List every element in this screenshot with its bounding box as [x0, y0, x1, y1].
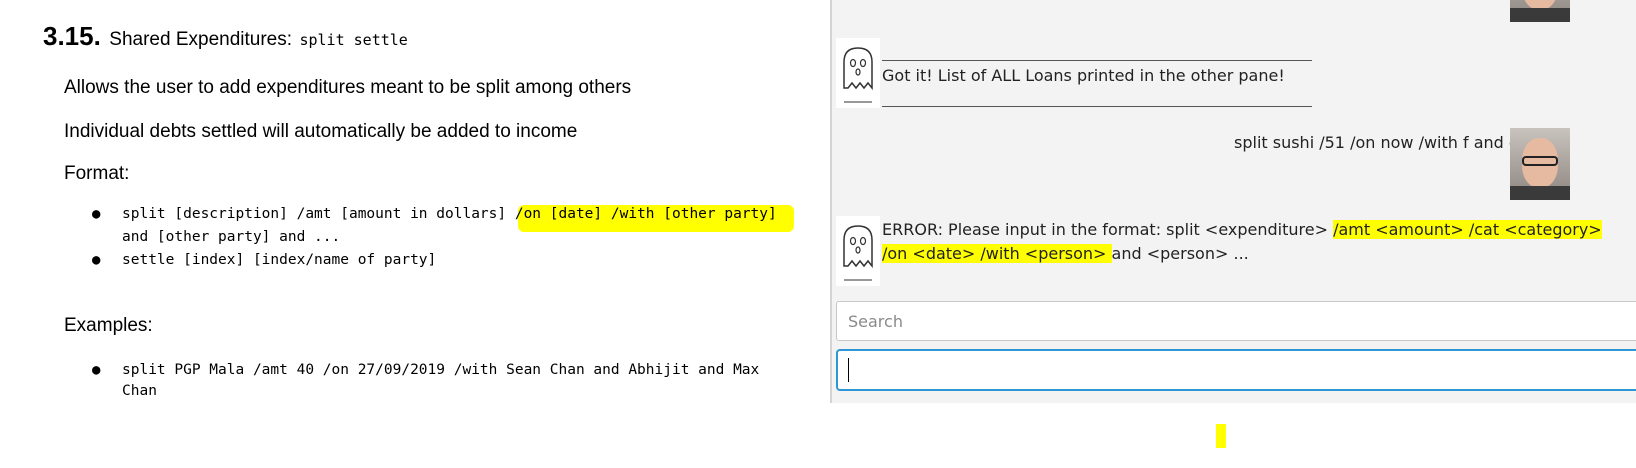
examples-label: Examples:	[64, 315, 153, 336]
bullet-dot: ●	[92, 252, 101, 268]
bot-message-error-line2: /on <date> /with <person> and <person> .…	[882, 244, 1249, 263]
error-text-highlighted: /on <date> /with <person>	[882, 244, 1112, 263]
section-command: split settle	[299, 31, 408, 49]
description-paragraph: Allows the user to add expenditures mean…	[64, 77, 632, 98]
section-heading: 3.15. Shared Expenditures: split settle	[43, 21, 408, 52]
format-bullet-split-cont: and [other party] and ...	[122, 229, 341, 245]
bullet-dot: ●	[92, 206, 101, 222]
chat-app-window: Got it! List of ALL Loans printed in the…	[830, 0, 1636, 403]
text-caret	[848, 358, 849, 382]
divider-line	[882, 60, 1312, 62]
highlight-mark	[1216, 424, 1226, 448]
user-message: split sushi /51 /on now /with f and g	[1234, 133, 1520, 152]
divider-line	[882, 106, 1312, 108]
format-bullet-split: split [description] /amt [amount in doll…	[122, 206, 777, 222]
search-placeholder: Search	[848, 312, 903, 331]
user-avatar	[1510, 0, 1570, 22]
format-text-highlighted: /on [date] /with [other party]	[514, 206, 777, 222]
bot-message-error-line1: ERROR: Please input in the format: split…	[882, 220, 1602, 239]
error-text: and <person> ...	[1111, 244, 1249, 263]
section-number: 3.15.	[43, 21, 101, 51]
command-input[interactable]	[836, 349, 1636, 391]
format-text: split [description] /amt [amount in doll…	[122, 206, 515, 222]
ghost-icon	[836, 216, 880, 286]
example-bullet-split: split PGP Mala /amt 40 /on 27/09/2019 /w…	[122, 362, 760, 378]
format-label: Format:	[64, 163, 130, 184]
example-bullet-split-cont: Chan	[122, 383, 157, 399]
section-title: Shared Expenditures:	[109, 29, 293, 50]
bullet-dot: ●	[92, 362, 101, 378]
user-guide-document: 3.15. Shared Expenditures: split settle …	[0, 0, 830, 468]
bot-message-loans: Got it! List of ALL Loans printed in the…	[882, 66, 1285, 85]
error-text-highlighted: /amt <amount> /cat <category>	[1333, 220, 1602, 239]
user-avatar	[1510, 128, 1570, 200]
error-text: ERROR: Please input in the format: split…	[882, 220, 1334, 239]
ghost-icon	[836, 38, 880, 108]
income-paragraph: Individual debts settled will automatica…	[64, 121, 578, 142]
search-input[interactable]: Search	[836, 301, 1636, 341]
format-bullet-settle: settle [index] [index/name of party]	[122, 252, 437, 268]
